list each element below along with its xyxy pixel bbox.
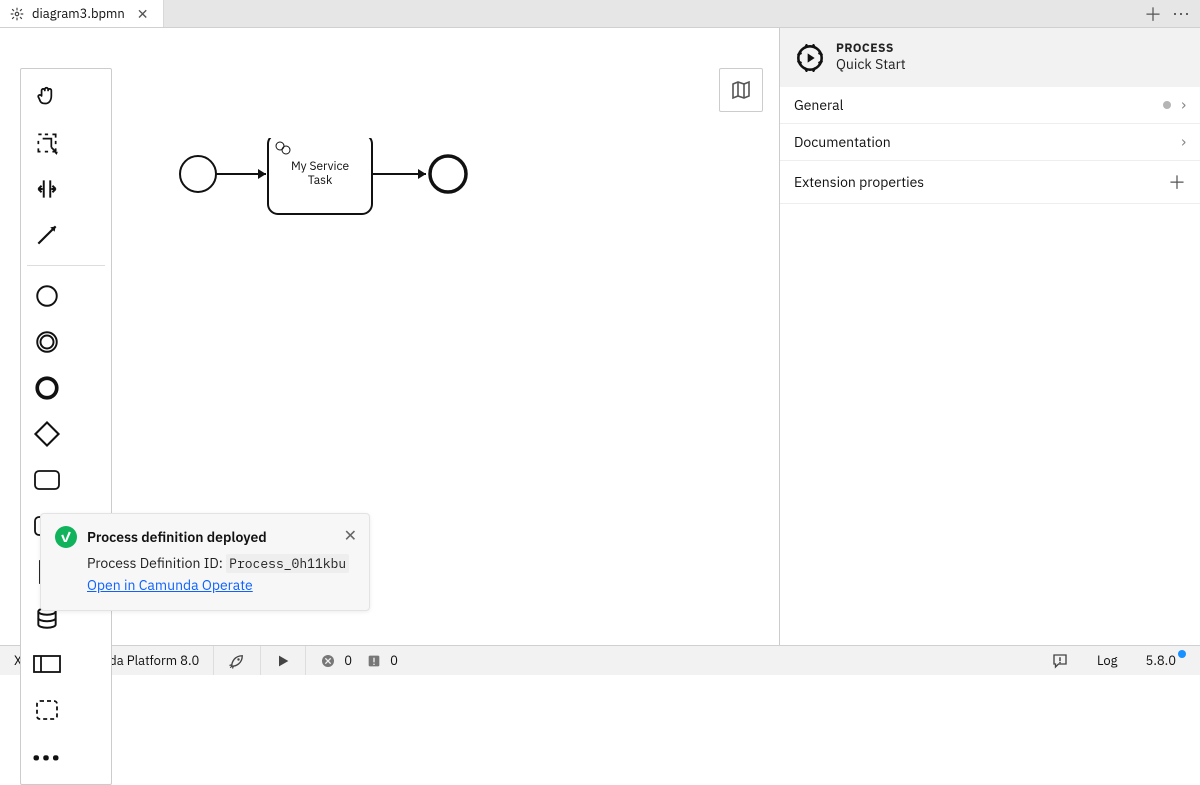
toast-close-button[interactable]: ✕	[344, 526, 357, 546]
palette-more[interactable]: •••	[27, 736, 67, 776]
create-intermediate-event[interactable]	[27, 322, 67, 362]
version-label[interactable]: 5.8.0	[1132, 646, 1200, 675]
warning-icon	[366, 653, 382, 669]
minimap-toggle[interactable]	[719, 68, 763, 112]
tab-bar: diagram3.bpmn ✕ ＋ ⋯	[0, 0, 1200, 28]
create-participant[interactable]	[27, 644, 67, 684]
global-connect-tool[interactable]	[27, 215, 67, 255]
tab-title: diagram3.bpmn	[32, 5, 125, 22]
open-operate-link[interactable]: Open in Camunda Operate	[87, 576, 253, 594]
tool-palette: •••	[20, 68, 112, 785]
play-icon	[275, 653, 291, 669]
section-documentation[interactable]: Documentation ›	[780, 124, 1200, 161]
properties-header: PROCESS Quick Start	[780, 28, 1200, 87]
hand-tool[interactable]	[27, 77, 67, 117]
section-extension-properties[interactable]: Extension properties ＋	[780, 161, 1200, 204]
add-icon[interactable]: ＋	[1168, 169, 1186, 195]
tab-close-button[interactable]: ✕	[133, 5, 153, 23]
tab-diagram[interactable]: diagram3.bpmn ✕	[0, 0, 164, 27]
process-icon	[796, 44, 824, 72]
lasso-tool[interactable]	[27, 123, 67, 163]
create-end-event[interactable]	[27, 368, 67, 408]
create-gateway[interactable]	[27, 414, 67, 454]
success-icon: ✓	[55, 526, 77, 548]
indicator-dot	[1163, 101, 1171, 109]
create-start-event[interactable]	[27, 276, 67, 316]
new-tab-button[interactable]: ＋	[1144, 1, 1162, 27]
problems-view[interactable]: 0 0	[306, 646, 412, 675]
properties-panel: PROCESS Quick Start General › Documentat…	[780, 28, 1200, 645]
main-area: ••• My Service Task ✓ ✕	[0, 28, 1200, 645]
space-tool[interactable]	[27, 169, 67, 209]
log-toggle[interactable]: Log	[1083, 646, 1132, 675]
start-instance-button[interactable]	[261, 646, 306, 675]
create-task[interactable]	[27, 460, 67, 500]
feedback-button[interactable]	[1037, 646, 1083, 675]
section-general[interactable]: General ›	[780, 87, 1200, 124]
create-group[interactable]	[27, 690, 67, 730]
feedback-icon	[1051, 652, 1069, 670]
element-kind: PROCESS	[836, 42, 906, 56]
bpmn-diagram[interactable]: My Service Task	[170, 138, 490, 228]
gear-icon	[10, 7, 24, 21]
update-indicator	[1178, 650, 1186, 658]
canvas[interactable]: ••• My Service Task ✓ ✕	[0, 28, 780, 645]
element-name: Quick Start	[836, 56, 906, 73]
deploy-success-toast: ✓ ✕ Process definition deployed Process …	[40, 513, 370, 611]
svg-text:My Service: My Service	[291, 159, 350, 174]
svg-text:Task: Task	[308, 173, 333, 188]
toast-body: Process Definition ID: Process_0h11kbu	[87, 554, 353, 572]
toast-title: Process definition deployed	[87, 528, 353, 546]
rocket-icon	[228, 652, 246, 670]
tab-menu-button[interactable]: ⋯	[1172, 2, 1190, 25]
deploy-button[interactable]	[214, 646, 261, 675]
chevron-right-icon: ›	[1181, 95, 1186, 115]
chevron-right-icon: ›	[1181, 132, 1186, 152]
status-bar: XML Camunda Platform 8.0 0 0 Log 5.8.0	[0, 645, 1200, 675]
error-icon	[320, 653, 336, 669]
